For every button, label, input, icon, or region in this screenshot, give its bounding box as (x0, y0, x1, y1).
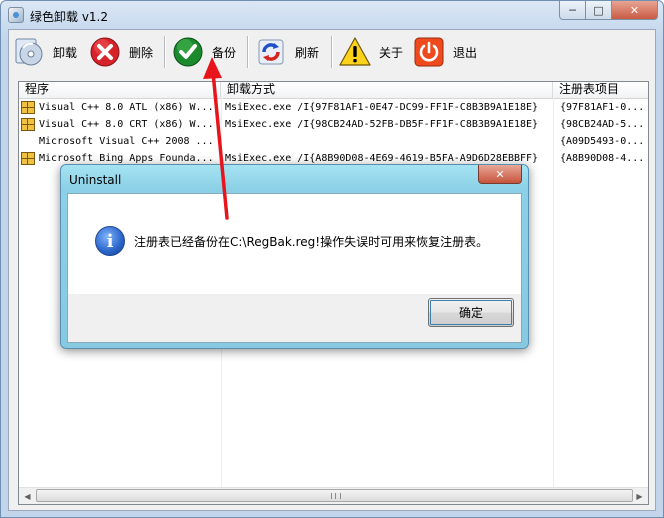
registry-key: {98CB24AD-5... (560, 119, 645, 130)
program-name: Microsoft Visual C++ 2008 ... (39, 136, 214, 147)
exit-label: 退出 (453, 45, 478, 60)
package-icon (21, 101, 35, 114)
window-title: 绿色卸载 v1.2 (30, 10, 109, 24)
dialog-title: Uninstall (69, 173, 122, 187)
uninstall-command: MsiExec.exe /I{98CB24AD-52FB-DB5F-FF1F-C… (225, 119, 539, 130)
grip-icon (330, 493, 341, 499)
backup-label: 备份 (212, 45, 237, 60)
dialog-message-area: i 注册表已经备份在C:\RegBak.reg!操作失误时可用来恢复注册表。 (68, 194, 521, 294)
toolbar: 卸载 删除 备份 刷新 关于 退出 (9, 30, 655, 74)
scroll-right-icon[interactable]: ▶ (631, 488, 648, 504)
app-icon (8, 7, 24, 23)
registry-key: {A8B90D08-4... (560, 153, 645, 164)
package-icon (21, 118, 35, 131)
package-icon (21, 152, 35, 165)
ok-button[interactable]: 确定 (428, 298, 514, 327)
column-header-uninstall[interactable]: 卸载方式 (221, 82, 553, 98)
info-icon: i (95, 226, 125, 256)
backup-check-icon (173, 37, 203, 67)
program-name: Visual C++ 8.0 CRT (x86) W... (39, 119, 214, 130)
dialog-message: 注册表已经备份在C:\RegBak.reg!操作失误时可用来恢复注册表。 (134, 235, 489, 249)
registry-key: {A09D5493-0... (560, 136, 645, 147)
column-header-program[interactable]: 程序 (19, 82, 221, 98)
warning-icon (339, 37, 371, 66)
uninstall-label: 卸载 (53, 45, 78, 60)
about-label: 关于 (379, 45, 404, 60)
message-dialog: Uninstall ✕ i 注册表已经备份在C:\RegBak.reg!操作失误… (60, 164, 529, 349)
scroll-left-icon[interactable]: ◀ (19, 488, 36, 504)
table-row[interactable]: Visual C++ 8.0 CRT (x86) W... MsiExec.ex… (19, 116, 648, 133)
window-controls: ─ □ ✕ (559, 1, 658, 21)
program-name: Visual C++ 8.0 ATL (x86) W... (39, 102, 214, 113)
uninstall-command: MsiExec.exe /I{97F81AF1-0E47-DC99-FF1F-C… (225, 102, 539, 113)
delete-x-icon (90, 37, 120, 67)
maximize-button[interactable]: □ (586, 1, 612, 20)
dialog-body: i 注册表已经备份在C:\RegBak.reg!操作失误时可用来恢复注册表。 确… (67, 193, 522, 343)
power-icon (414, 37, 444, 67)
about-button[interactable]: 关于 (339, 35, 403, 69)
toolbar-separator (164, 36, 166, 68)
scrollbar-thumb[interactable] (36, 489, 633, 502)
exit-button[interactable]: 退出 (413, 35, 477, 69)
refresh-icon (258, 39, 284, 65)
backup-button[interactable]: 备份 (172, 35, 236, 69)
table-row[interactable]: Visual C++ 8.0 ATL (x86) W... MsiExec.ex… (19, 99, 648, 116)
refresh-button[interactable]: 刷新 (255, 35, 319, 69)
minimize-button[interactable]: ─ (559, 1, 586, 20)
uninstall-button[interactable]: 卸载 (13, 35, 77, 69)
column-header-registry[interactable]: 注册表项目 (553, 82, 648, 98)
close-button[interactable]: ✕ (612, 1, 658, 20)
list-header: 程序 卸载方式 注册表项目 (19, 82, 648, 99)
delete-button[interactable]: 删除 (89, 35, 153, 69)
title-bar[interactable]: 绿色卸载 v1.2 ─ □ ✕ (1, 1, 663, 29)
toolbar-separator (331, 36, 333, 68)
delete-label: 删除 (129, 45, 154, 60)
table-row[interactable]: Microsoft Visual C++ 2008 ... {A09D5493-… (19, 133, 648, 150)
registry-key: {97F81AF1-0... (560, 102, 645, 113)
refresh-label: 刷新 (295, 45, 320, 60)
uninstall-cd-icon (15, 38, 43, 66)
horizontal-scrollbar[interactable]: ◀ ▶ (19, 487, 648, 504)
toolbar-separator (247, 36, 249, 68)
dialog-close-button[interactable]: ✕ (478, 165, 522, 184)
